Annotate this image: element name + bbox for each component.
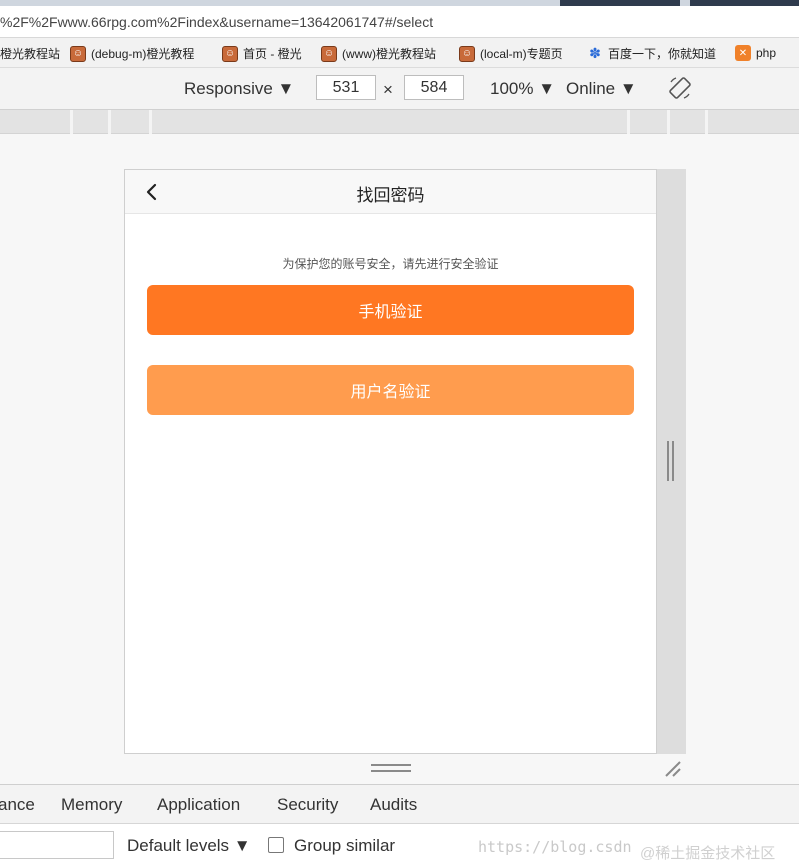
url-text[interactable]: %2F%2Fwww.66rpg.com%2Findex&username=136… [0, 14, 433, 30]
watermark-url: https://blog.csdn [478, 838, 632, 856]
group-similar-label: Group similar [294, 836, 396, 855]
x-icon: ✕ [735, 45, 751, 61]
tab-memory[interactable]: Memory [61, 795, 122, 815]
avatar-icon: ☺ [222, 45, 238, 62]
bookmark-label: php [756, 46, 777, 60]
resize-corner-icon[interactable] [662, 758, 682, 778]
devtools-tab-bar: ance Memory Application Security Audits [0, 784, 799, 824]
tab-application[interactable]: Application [157, 795, 240, 815]
bookmark-item[interactable]: ✕ php [735, 45, 776, 61]
bookmark-item[interactable]: ☺ (local-m)专题页 [459, 45, 563, 62]
log-levels-select[interactable]: Default levels ▼ [127, 836, 251, 856]
tab-performance[interactable]: ance [0, 795, 35, 815]
bookmark-label: 百度一下，你就知道 [608, 47, 717, 61]
device-toolbar: Responsive ▼ 531 × 584 100% ▼ Online ▼ [0, 68, 799, 110]
resize-handle-right[interactable] [667, 441, 675, 481]
times-sign: × [383, 80, 393, 99]
bookmark-item[interactable]: ✽ 百度一下，你就知道 [587, 45, 716, 62]
paw-icon: ✽ [589, 45, 601, 61]
bookmark-item[interactable]: ☺ 首页 - 橙光 [222, 45, 302, 62]
console-filter-input[interactable] [0, 831, 114, 859]
avatar-icon: ☺ [70, 45, 86, 62]
rotate-icon[interactable] [668, 76, 692, 100]
group-similar-checkbox[interactable] [268, 837, 284, 853]
viewport-height-input[interactable]: 584 [404, 75, 464, 100]
tab-audits[interactable]: Audits [370, 795, 417, 815]
viewport-width-input[interactable]: 531 [316, 75, 376, 100]
network-throttle-select[interactable]: Online ▼ [566, 79, 637, 99]
media-query-bar[interactable] [0, 110, 799, 134]
username-verify-button[interactable]: 用户名验证 [147, 365, 634, 415]
bookmark-item[interactable]: ☺ (debug-m)橙光教程 [70, 45, 194, 62]
zoom-select[interactable]: 100% ▼ [490, 79, 555, 99]
bookmark-label: (www)橙光教程站 [342, 47, 436, 61]
security-hint: 为保护您的账号安全，请先进行安全验证 [282, 257, 499, 271]
mobile-viewport: 找回密码 为保护您的账号安全，请先进行安全验证 手机验证 用户名验证 [124, 169, 657, 754]
bookmark-label: (debug-m)橙光教程 [91, 47, 195, 61]
avatar-icon: ☺ [459, 45, 475, 62]
phone-verify-button[interactable]: 手机验证 [147, 285, 634, 335]
tab-strip-edge [0, 0, 799, 6]
address-bar[interactable]: %2F%2Fwww.66rpg.com%2Findex&username=136… [0, 0, 799, 38]
page-title: 找回密码 [356, 186, 425, 205]
tab-security[interactable]: Security [277, 795, 338, 815]
resize-handle-bottom[interactable] [371, 764, 411, 774]
bookmark-item[interactable]: ☺ (www)橙光教程站 [321, 45, 436, 62]
mobile-header: 找回密码 [125, 170, 656, 214]
device-mode-select[interactable]: Responsive ▼ [184, 79, 294, 99]
watermark-site: @稀土掘金技术社区 [640, 845, 776, 862]
bookmark-label: (local-m)专题页 [480, 47, 563, 61]
bookmark-label: 首页 - 橙光 [243, 47, 302, 61]
bookmark-label: 橙光教程站 [0, 47, 61, 61]
avatar-icon: ☺ [321, 45, 337, 62]
bookmarks-bar: 橙光教程站 ☺ (debug-m)橙光教程 ☺ 首页 - 橙光 ☺ (www)橙… [0, 38, 799, 68]
bookmark-item[interactable]: 橙光教程站 [0, 45, 60, 62]
